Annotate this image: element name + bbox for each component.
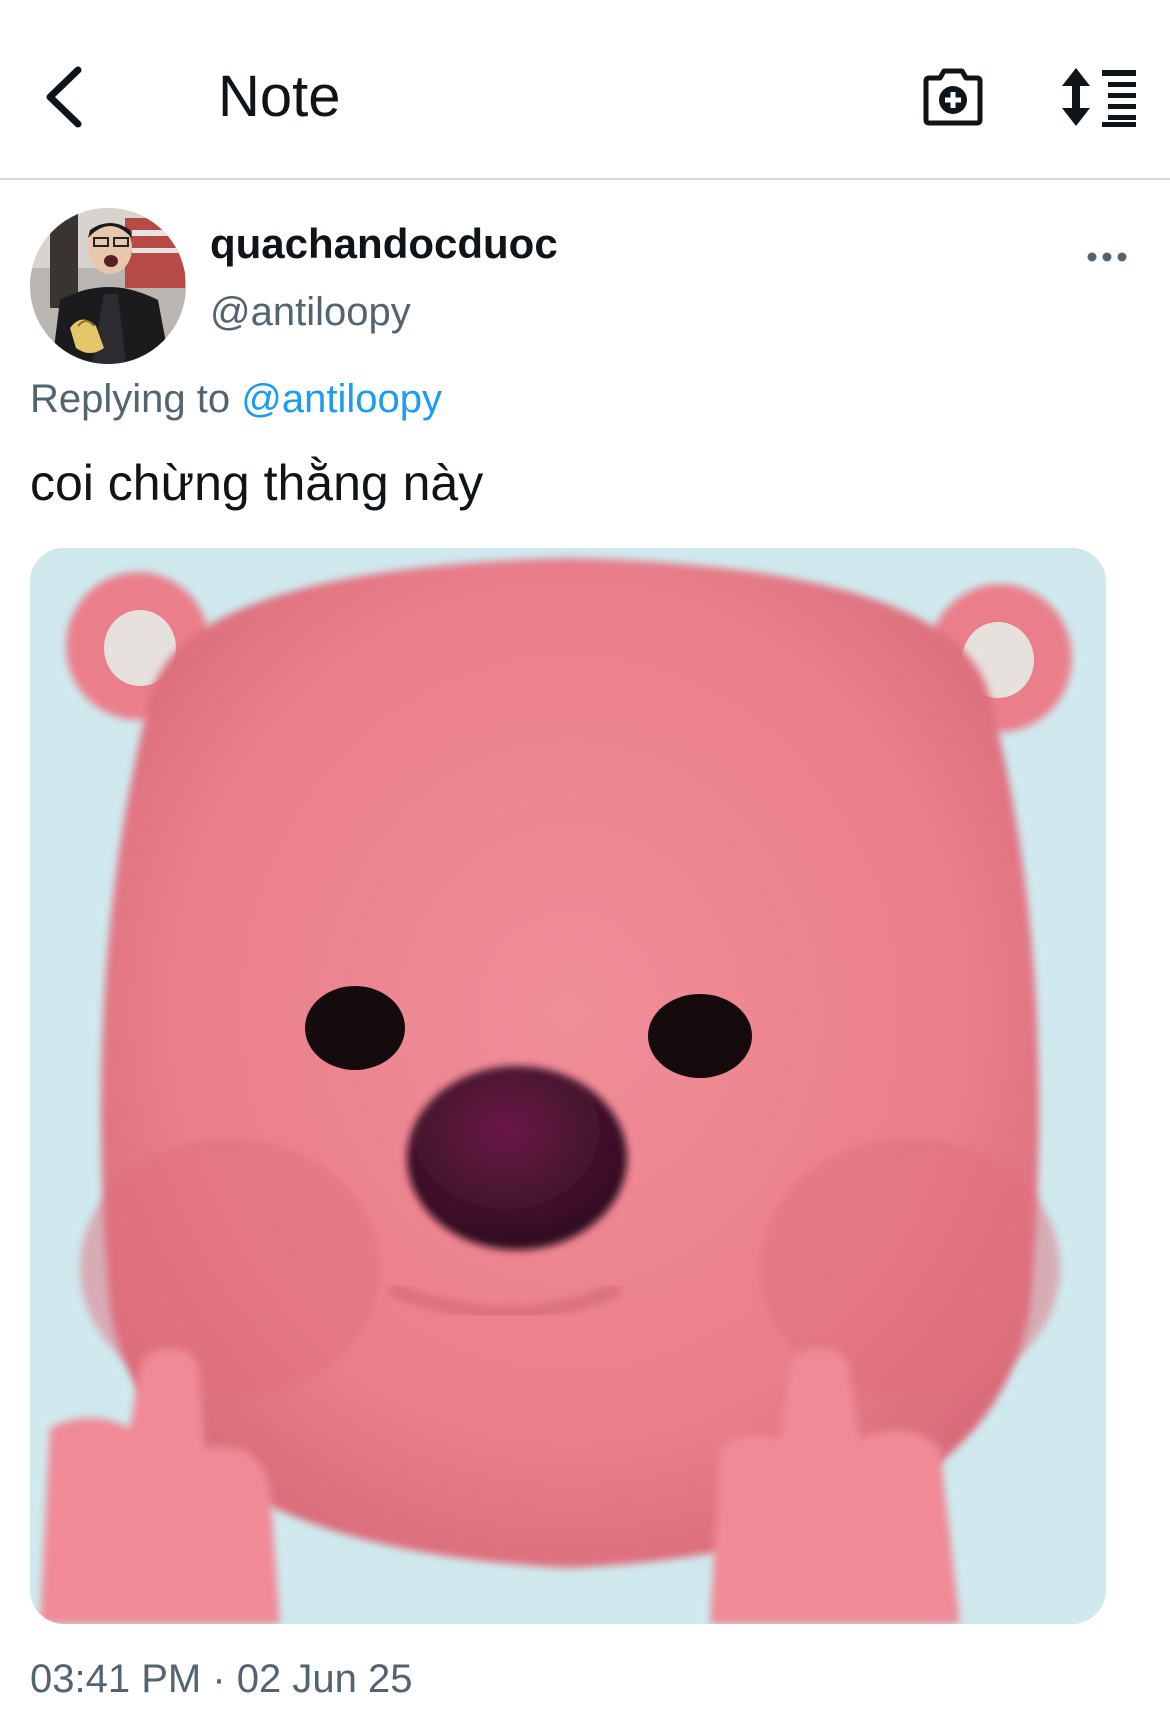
- display-name[interactable]: quachandocduoc: [210, 219, 558, 269]
- camera-add-icon[interactable]: [922, 66, 984, 128]
- tweet-timestamp: 03:41 PM · 02 Jun 25: [30, 1654, 413, 1704]
- tweet-date: 02 Jun 25: [236, 1657, 413, 1701]
- page-title: Note: [218, 64, 341, 129]
- sort-lines-icon[interactable]: [1060, 66, 1138, 128]
- user-handle[interactable]: @antiloopy: [210, 288, 411, 336]
- replying-to-label: Replying to: [30, 377, 231, 421]
- avatar[interactable]: [30, 208, 186, 364]
- tweet-text: coi chừng thằng này: [30, 455, 484, 511]
- replying-to-line: Replying to @antiloopy: [30, 375, 442, 423]
- replying-to-mention-link[interactable]: @antiloopy: [241, 377, 442, 421]
- more-options-icon[interactable]: [1085, 245, 1129, 269]
- tweet-time: 03:41 PM: [30, 1657, 202, 1701]
- top-navigation-bar: Note: [0, 0, 1170, 180]
- back-icon[interactable]: [40, 62, 90, 132]
- timestamp-separator: ·: [212, 1657, 226, 1701]
- tweet-media-image[interactable]: [30, 548, 1106, 1624]
